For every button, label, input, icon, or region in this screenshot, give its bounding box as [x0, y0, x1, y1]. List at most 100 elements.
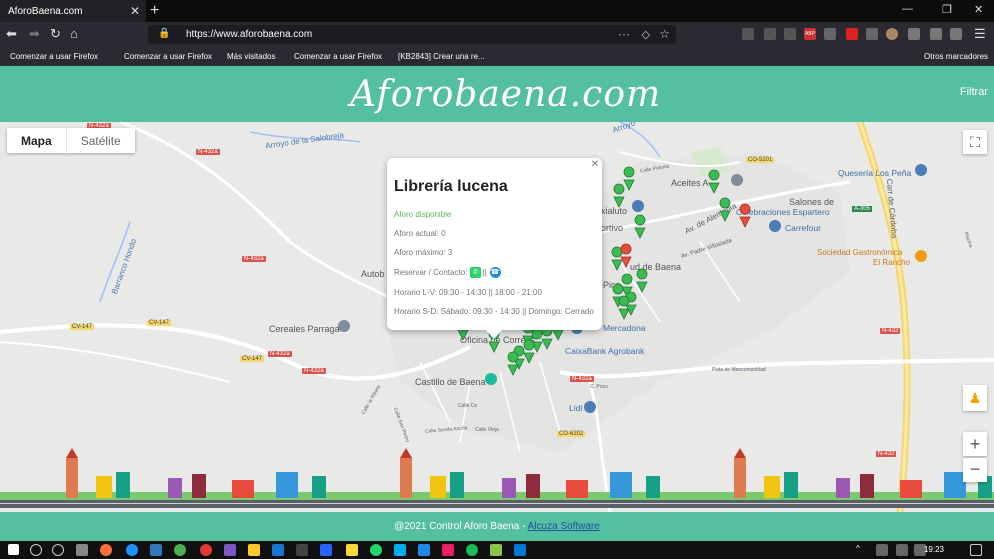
home-icon[interactable]: ⌂: [70, 26, 78, 41]
bookmark-item[interactable]: Más visitados: [227, 52, 275, 61]
task-view-icon[interactable]: [52, 544, 64, 556]
shop-marker: [719, 197, 731, 222]
taskbar-app-icon[interactable]: [490, 544, 502, 556]
taskbar-app-icon[interactable]: [442, 544, 454, 556]
bookmark-star-icon[interactable]: ☆: [659, 27, 670, 41]
close-info-icon[interactable]: ✕: [591, 159, 599, 170]
taskbar-app-icon[interactable]: [346, 544, 358, 556]
page-actions-icon[interactable]: ···: [618, 27, 630, 41]
map-type-satellite-button[interactable]: Satélite: [65, 128, 135, 153]
spotify-icon[interactable]: [466, 544, 478, 556]
taskbar-app-icon[interactable]: [224, 544, 236, 556]
shop-marker: [708, 169, 720, 194]
new-tab-icon[interactable]: +: [150, 2, 159, 20]
map-type-map-button[interactable]: Mapa: [7, 128, 66, 153]
footer-link[interactable]: Alcuza Software: [528, 521, 600, 532]
minimize-icon[interactable]: —: [902, 3, 913, 15]
shop-marker: [636, 268, 648, 293]
phone-icon[interactable]: ☎: [489, 267, 501, 278]
shop-marker-full: [739, 203, 751, 228]
taskbar-clock: 19:23: [923, 545, 944, 554]
search-icon[interactable]: [30, 544, 42, 556]
shop-marker: [623, 166, 635, 191]
back-icon[interactable]: ⬅: [6, 26, 17, 42]
taskbar-app-icon[interactable]: [272, 544, 284, 556]
close-window-icon[interactable]: ✕: [974, 3, 983, 16]
bookmark-item[interactable]: [KB2843] Crear una re...: [398, 52, 485, 61]
shop-marker-full: [620, 243, 632, 268]
firefox-icon[interactable]: [100, 544, 112, 556]
windows-start-icon[interactable]: [8, 544, 19, 555]
edge-icon[interactable]: [150, 544, 162, 556]
contact-separator: ||: [482, 268, 487, 277]
contact-row: Reservar / Contacto: ✆ || ☎: [394, 267, 595, 278]
library-icon[interactable]: [764, 28, 776, 40]
tab-title: AforoBaena.com: [8, 6, 83, 17]
footer-copyright: @2021 Control Aforo Baena -: [394, 521, 528, 532]
shop-marker: [523, 339, 535, 364]
tray-chevron-icon[interactable]: ^: [856, 544, 860, 556]
capacity-status: Aforo disponible: [394, 210, 452, 219]
max-capacity: Aforo máximo: 3: [394, 248, 453, 257]
taskbar-app-icon[interactable]: [126, 544, 138, 556]
maximize-icon[interactable]: ❐: [942, 3, 952, 16]
skype-icon[interactable]: [394, 544, 406, 556]
taskbar-app-icon[interactable]: [418, 544, 430, 556]
taskbar-app-icon[interactable]: [296, 544, 308, 556]
extension-icon-2[interactable]: [866, 28, 878, 40]
weekday-hours: Horario L-V: 09:30 - 14:30 || 18:00 - 21…: [394, 288, 542, 297]
download-icon[interactable]: [742, 28, 754, 40]
pocket-icon[interactable]: ◇: [642, 28, 650, 41]
os-taskbar: ^: [0, 541, 994, 559]
bookmarks-bar: Comenzar a usar Firefox Comenzar a usar …: [0, 46, 994, 66]
browser-tab[interactable]: AforoBaena.com ✕: [0, 0, 146, 22]
extension-icon-4[interactable]: [930, 28, 942, 40]
lock-icon: 🔒: [158, 28, 171, 39]
other-bookmarks[interactable]: Otros marcadores: [924, 52, 988, 61]
skyline-decoration: [0, 448, 994, 508]
bookmark-item[interactable]: Comenzar a usar Firefox: [124, 52, 212, 61]
bookmark-item[interactable]: Comenzar a usar Firefox: [10, 52, 98, 61]
network-icon[interactable]: [896, 544, 908, 556]
shop-marker: [531, 328, 543, 353]
menu-icon[interactable]: ☰: [974, 26, 986, 42]
shop-info-window: ✕ Librería lucena Aforo disponible Aforo…: [387, 158, 602, 339]
taskbar-app-icon[interactable]: [76, 544, 88, 556]
extension-icon[interactable]: [824, 28, 836, 40]
url-text: https://www.aforobaena.com: [186, 29, 313, 40]
close-tab-icon[interactable]: ✕: [130, 4, 140, 18]
extension-icon-3[interactable]: [908, 28, 920, 40]
whatsapp-icon[interactable]: ✆: [470, 267, 482, 278]
taskbar-app-icon[interactable]: [320, 544, 332, 556]
chrome-icon[interactable]: [174, 544, 186, 556]
tray-icon[interactable]: [876, 544, 888, 556]
zoom-out-button[interactable]: −: [963, 458, 987, 482]
bookmark-item[interactable]: Comenzar a usar Firefox: [294, 52, 382, 61]
street-view-pegman-icon[interactable]: ♟: [963, 385, 987, 411]
folder-icon[interactable]: [248, 544, 260, 556]
notifications-icon[interactable]: [970, 544, 982, 556]
url-bar[interactable]: 🔒 https://www.aforobaena.com ··· ◇ ☆: [148, 25, 676, 44]
forward-icon[interactable]: ➡: [29, 26, 40, 42]
whatsapp-taskbar-icon[interactable]: [370, 544, 382, 556]
fullscreen-icon[interactable]: ⛶: [963, 130, 987, 154]
weekend-hours: Horario S-D: Sábado: 09:30 - 14:30 || Do…: [394, 307, 594, 316]
shop-marker: [611, 246, 623, 271]
site-logo[interactable]: Aforobaena.com: [350, 74, 660, 115]
zoom-in-button[interactable]: +: [963, 432, 987, 456]
filter-button[interactable]: Filtrar: [960, 86, 988, 98]
taskbar-app-icon[interactable]: [514, 544, 526, 556]
shop-marker: [634, 214, 646, 239]
reload-icon[interactable]: ↻: [50, 26, 61, 42]
shop-marker: [613, 183, 625, 208]
avatar-icon[interactable]: [886, 28, 898, 40]
sidebar-icon[interactable]: [784, 28, 796, 40]
site-footer: @2021 Control Aforo Baena - Alcuza Softw…: [0, 512, 994, 541]
map-type-control: Mapa Satélite: [7, 128, 135, 153]
shop-title: Librería lucena: [394, 178, 508, 195]
current-capacity: Aforo actual: 0: [394, 229, 446, 238]
extension-icon-5[interactable]: [950, 28, 962, 40]
opera-icon[interactable]: [200, 544, 212, 556]
extension-red-icon[interactable]: [846, 28, 858, 40]
adblock-icon[interactable]: ABP: [804, 28, 816, 40]
